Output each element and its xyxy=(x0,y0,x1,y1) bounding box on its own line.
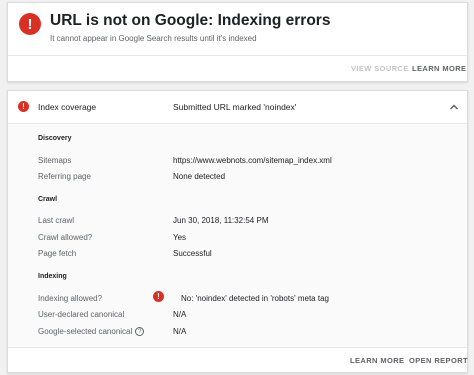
error-icon: ! xyxy=(153,291,164,302)
user-declared-canonical-label: User-declared canonical xyxy=(38,310,125,319)
section-title-crawl: Crawl xyxy=(38,196,58,203)
crawl-allowed-label: Crawl allowed? xyxy=(38,233,93,242)
index-coverage-card: ! Index coverage Submitted URL marked 'n… xyxy=(7,90,468,373)
status-title: URL is not on Google: Indexing errors xyxy=(50,12,331,29)
index-coverage-details: Discovery Sitemaps https://www.webnots.c… xyxy=(8,124,467,347)
index-coverage-label: Index coverage xyxy=(38,102,97,112)
help-icon[interactable]: ? xyxy=(135,327,145,337)
crawl-allowed-value: Yes xyxy=(173,233,187,242)
referring-page-label: Referring page xyxy=(38,172,91,181)
indexing-allowed-label: Indexing allowed? xyxy=(38,294,103,303)
error-icon: ! xyxy=(18,101,29,112)
chevron-up-icon[interactable] xyxy=(448,101,460,113)
page-fetch-label: Page fetch xyxy=(38,249,77,258)
view-source-button[interactable]: VIEW SOURCE xyxy=(351,64,409,73)
index-coverage-status: Submitted URL marked 'noindex' xyxy=(173,102,297,112)
google-selected-canonical-row-label: Google-selected canonical? xyxy=(38,327,145,337)
google-selected-canonical-label: Google-selected canonical xyxy=(38,327,133,336)
user-declared-canonical-value: N/A xyxy=(173,310,187,319)
error-icon: ! xyxy=(19,13,41,35)
status-subtitle: It cannot appear in Google Search result… xyxy=(50,34,257,43)
index-coverage-header[interactable]: ! Index coverage Submitted URL marked 'n… xyxy=(8,91,467,123)
sitemaps-label: Sitemaps xyxy=(38,156,72,165)
learn-more-button[interactable]: LEARN MORE xyxy=(350,356,404,365)
section-title-discovery: Discovery xyxy=(38,135,72,142)
divider xyxy=(8,347,467,348)
last-crawl-value: Jun 30, 2018, 11:32:54 PM xyxy=(173,216,269,225)
indexing-allowed-value: No: 'noindex' detected in 'robots' meta … xyxy=(181,294,329,303)
open-report-button[interactable]: OPEN REPORT xyxy=(409,356,468,365)
divider xyxy=(8,55,467,56)
page-fetch-value: Successful xyxy=(173,249,212,258)
learn-more-button[interactable]: LEARN MORE xyxy=(412,64,466,73)
sitemaps-value: https://www.webnots.com/sitemap_index.xm… xyxy=(173,156,332,165)
section-title-indexing: Indexing xyxy=(38,273,67,280)
referring-page-value: None detected xyxy=(173,172,226,181)
google-selected-canonical-value: N/A xyxy=(173,327,187,336)
last-crawl-label: Last crawl xyxy=(38,216,75,225)
url-status-card: ! URL is not on Google: Indexing errors … xyxy=(7,2,468,82)
